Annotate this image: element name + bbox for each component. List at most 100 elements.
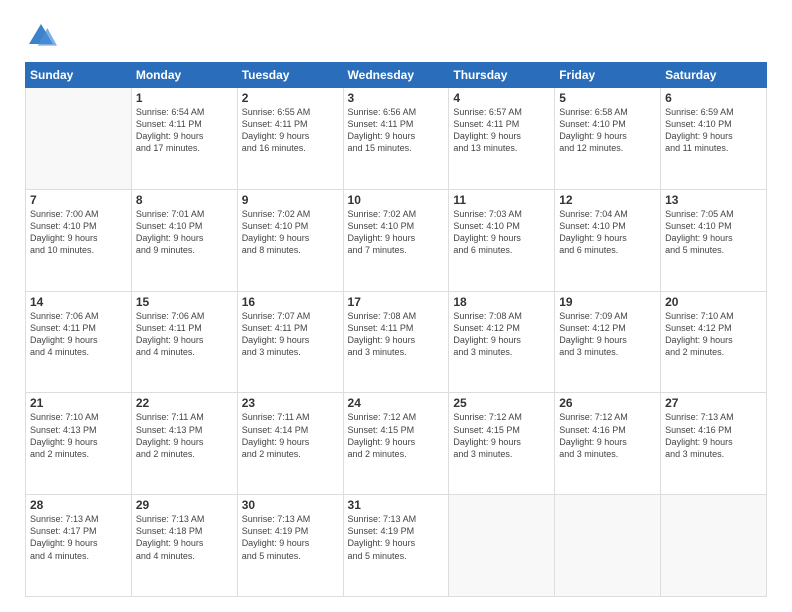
calendar-header-monday: Monday (131, 63, 237, 88)
day-info: Sunrise: 6:59 AM Sunset: 4:10 PM Dayligh… (665, 106, 762, 155)
calendar-cell: 27Sunrise: 7:13 AM Sunset: 4:16 PM Dayli… (661, 393, 767, 495)
day-number: 5 (559, 91, 656, 105)
calendar-cell: 16Sunrise: 7:07 AM Sunset: 4:11 PM Dayli… (237, 291, 343, 393)
calendar-header-thursday: Thursday (449, 63, 555, 88)
day-info: Sunrise: 7:11 AM Sunset: 4:13 PM Dayligh… (136, 411, 233, 460)
calendar-cell (26, 88, 132, 190)
calendar-cell: 21Sunrise: 7:10 AM Sunset: 4:13 PM Dayli… (26, 393, 132, 495)
calendar-cell: 8Sunrise: 7:01 AM Sunset: 4:10 PM Daylig… (131, 189, 237, 291)
day-number: 4 (453, 91, 550, 105)
week-row-3: 14Sunrise: 7:06 AM Sunset: 4:11 PM Dayli… (26, 291, 767, 393)
day-info: Sunrise: 7:08 AM Sunset: 4:11 PM Dayligh… (348, 310, 445, 359)
day-info: Sunrise: 7:07 AM Sunset: 4:11 PM Dayligh… (242, 310, 339, 359)
calendar-cell: 26Sunrise: 7:12 AM Sunset: 4:16 PM Dayli… (555, 393, 661, 495)
day-number: 9 (242, 193, 339, 207)
day-number: 26 (559, 396, 656, 410)
day-info: Sunrise: 7:02 AM Sunset: 4:10 PM Dayligh… (348, 208, 445, 257)
day-info: Sunrise: 7:01 AM Sunset: 4:10 PM Dayligh… (136, 208, 233, 257)
day-info: Sunrise: 7:04 AM Sunset: 4:10 PM Dayligh… (559, 208, 656, 257)
day-info: Sunrise: 7:13 AM Sunset: 4:16 PM Dayligh… (665, 411, 762, 460)
day-number: 19 (559, 295, 656, 309)
day-info: Sunrise: 6:57 AM Sunset: 4:11 PM Dayligh… (453, 106, 550, 155)
calendar-cell: 29Sunrise: 7:13 AM Sunset: 4:18 PM Dayli… (131, 495, 237, 597)
logo (25, 20, 63, 52)
calendar-cell: 4Sunrise: 6:57 AM Sunset: 4:11 PM Daylig… (449, 88, 555, 190)
header (25, 20, 767, 52)
calendar-cell: 2Sunrise: 6:55 AM Sunset: 4:11 PM Daylig… (237, 88, 343, 190)
day-number: 23 (242, 396, 339, 410)
calendar-header-sunday: Sunday (26, 63, 132, 88)
day-info: Sunrise: 7:06 AM Sunset: 4:11 PM Dayligh… (30, 310, 127, 359)
calendar-cell: 25Sunrise: 7:12 AM Sunset: 4:15 PM Dayli… (449, 393, 555, 495)
day-number: 6 (665, 91, 762, 105)
day-info: Sunrise: 7:13 AM Sunset: 4:17 PM Dayligh… (30, 513, 127, 562)
calendar-cell (449, 495, 555, 597)
calendar-cell: 5Sunrise: 6:58 AM Sunset: 4:10 PM Daylig… (555, 88, 661, 190)
calendar-cell: 3Sunrise: 6:56 AM Sunset: 4:11 PM Daylig… (343, 88, 449, 190)
day-number: 22 (136, 396, 233, 410)
day-info: Sunrise: 7:00 AM Sunset: 4:10 PM Dayligh… (30, 208, 127, 257)
day-info: Sunrise: 7:05 AM Sunset: 4:10 PM Dayligh… (665, 208, 762, 257)
calendar-header-saturday: Saturday (661, 63, 767, 88)
day-info: Sunrise: 6:58 AM Sunset: 4:10 PM Dayligh… (559, 106, 656, 155)
day-info: Sunrise: 7:13 AM Sunset: 4:19 PM Dayligh… (348, 513, 445, 562)
day-number: 2 (242, 91, 339, 105)
day-info: Sunrise: 7:13 AM Sunset: 4:19 PM Dayligh… (242, 513, 339, 562)
week-row-4: 21Sunrise: 7:10 AM Sunset: 4:13 PM Dayli… (26, 393, 767, 495)
day-info: Sunrise: 7:08 AM Sunset: 4:12 PM Dayligh… (453, 310, 550, 359)
day-info: Sunrise: 7:02 AM Sunset: 4:10 PM Dayligh… (242, 208, 339, 257)
calendar-cell: 15Sunrise: 7:06 AM Sunset: 4:11 PM Dayli… (131, 291, 237, 393)
calendar-cell: 22Sunrise: 7:11 AM Sunset: 4:13 PM Dayli… (131, 393, 237, 495)
day-number: 15 (136, 295, 233, 309)
calendar-cell: 11Sunrise: 7:03 AM Sunset: 4:10 PM Dayli… (449, 189, 555, 291)
calendar-header-row: SundayMondayTuesdayWednesdayThursdayFrid… (26, 63, 767, 88)
calendar-cell: 6Sunrise: 6:59 AM Sunset: 4:10 PM Daylig… (661, 88, 767, 190)
calendar-cell: 23Sunrise: 7:11 AM Sunset: 4:14 PM Dayli… (237, 393, 343, 495)
week-row-5: 28Sunrise: 7:13 AM Sunset: 4:17 PM Dayli… (26, 495, 767, 597)
day-info: Sunrise: 6:56 AM Sunset: 4:11 PM Dayligh… (348, 106, 445, 155)
day-number: 1 (136, 91, 233, 105)
day-info: Sunrise: 7:09 AM Sunset: 4:12 PM Dayligh… (559, 310, 656, 359)
calendar-cell: 9Sunrise: 7:02 AM Sunset: 4:10 PM Daylig… (237, 189, 343, 291)
day-number: 3 (348, 91, 445, 105)
day-number: 17 (348, 295, 445, 309)
calendar-table: SundayMondayTuesdayWednesdayThursdayFrid… (25, 62, 767, 597)
day-number: 16 (242, 295, 339, 309)
week-row-2: 7Sunrise: 7:00 AM Sunset: 4:10 PM Daylig… (26, 189, 767, 291)
day-number: 11 (453, 193, 550, 207)
day-info: Sunrise: 7:12 AM Sunset: 4:15 PM Dayligh… (348, 411, 445, 460)
week-row-1: 1Sunrise: 6:54 AM Sunset: 4:11 PM Daylig… (26, 88, 767, 190)
day-number: 25 (453, 396, 550, 410)
calendar-cell: 1Sunrise: 6:54 AM Sunset: 4:11 PM Daylig… (131, 88, 237, 190)
day-number: 28 (30, 498, 127, 512)
calendar-cell: 19Sunrise: 7:09 AM Sunset: 4:12 PM Dayli… (555, 291, 661, 393)
day-number: 7 (30, 193, 127, 207)
day-number: 21 (30, 396, 127, 410)
calendar-cell: 12Sunrise: 7:04 AM Sunset: 4:10 PM Dayli… (555, 189, 661, 291)
calendar-cell: 18Sunrise: 7:08 AM Sunset: 4:12 PM Dayli… (449, 291, 555, 393)
calendar-cell: 24Sunrise: 7:12 AM Sunset: 4:15 PM Dayli… (343, 393, 449, 495)
day-number: 31 (348, 498, 445, 512)
day-info: Sunrise: 7:12 AM Sunset: 4:16 PM Dayligh… (559, 411, 656, 460)
calendar-cell: 20Sunrise: 7:10 AM Sunset: 4:12 PM Dayli… (661, 291, 767, 393)
calendar-cell: 28Sunrise: 7:13 AM Sunset: 4:17 PM Dayli… (26, 495, 132, 597)
day-info: Sunrise: 7:10 AM Sunset: 4:13 PM Dayligh… (30, 411, 127, 460)
calendar-cell (661, 495, 767, 597)
calendar-cell: 30Sunrise: 7:13 AM Sunset: 4:19 PM Dayli… (237, 495, 343, 597)
calendar-cell: 7Sunrise: 7:00 AM Sunset: 4:10 PM Daylig… (26, 189, 132, 291)
calendar-cell: 31Sunrise: 7:13 AM Sunset: 4:19 PM Dayli… (343, 495, 449, 597)
calendar-header-friday: Friday (555, 63, 661, 88)
day-info: Sunrise: 7:03 AM Sunset: 4:10 PM Dayligh… (453, 208, 550, 257)
day-number: 18 (453, 295, 550, 309)
day-number: 30 (242, 498, 339, 512)
page: SundayMondayTuesdayWednesdayThursdayFrid… (0, 0, 792, 612)
day-number: 8 (136, 193, 233, 207)
calendar-cell: 17Sunrise: 7:08 AM Sunset: 4:11 PM Dayli… (343, 291, 449, 393)
day-info: Sunrise: 7:12 AM Sunset: 4:15 PM Dayligh… (453, 411, 550, 460)
logo-icon (25, 20, 57, 52)
calendar-header-tuesday: Tuesday (237, 63, 343, 88)
calendar-cell: 13Sunrise: 7:05 AM Sunset: 4:10 PM Dayli… (661, 189, 767, 291)
calendar-cell (555, 495, 661, 597)
day-number: 14 (30, 295, 127, 309)
day-number: 12 (559, 193, 656, 207)
